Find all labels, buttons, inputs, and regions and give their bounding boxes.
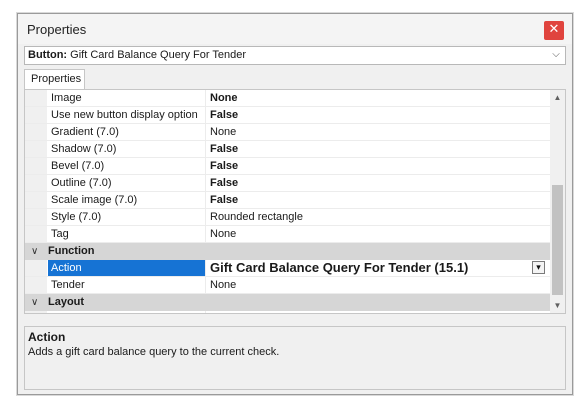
property-row-scale-image-7-0[interactable]: Scale image (7.0) False: [25, 192, 550, 209]
close-icon: ✕: [548, 22, 560, 37]
property-name[interactable]: Outline (7.0): [48, 175, 206, 191]
property-value[interactable]: 70, 17: [207, 311, 550, 313]
property-name[interactable]: Use new button display option: [48, 107, 206, 123]
property-row-gradient-7-0[interactable]: Gradient (7.0) None: [25, 124, 550, 141]
property-row-use-new-button-display-option[interactable]: Use new button display option False: [25, 107, 550, 124]
property-name[interactable]: Gradient (7.0): [48, 124, 206, 140]
property-row-tag[interactable]: Tag None: [25, 226, 550, 243]
row-gutter: [25, 158, 47, 174]
collapse-chevron-icon[interactable]: ∨: [31, 294, 43, 311]
row-gutter: [25, 311, 47, 313]
property-name[interactable]: Tender: [48, 277, 206, 293]
property-name[interactable]: Bevel (7.0): [48, 158, 206, 174]
description-title: Action: [28, 330, 66, 344]
scroll-thumb[interactable]: [552, 185, 563, 295]
property-row-location[interactable]: Location70, 17: [25, 311, 550, 313]
object-type-label: Button:: [28, 49, 68, 61]
chevron-down-icon[interactable]: ⌵: [550, 48, 562, 62]
property-name[interactable]: Style (7.0): [48, 209, 206, 225]
property-grid: Image None Use new button display option Fa…: [24, 89, 566, 314]
property-value[interactable]: False: [207, 141, 550, 157]
row-gutter: [25, 192, 47, 208]
property-row-image[interactable]: Image None: [25, 90, 550, 107]
dropdown-arrow-icon[interactable]: ▾: [532, 261, 545, 274]
property-value[interactable]: None: [207, 124, 550, 140]
property-value[interactable]: None: [207, 226, 550, 242]
row-gutter: [25, 175, 47, 191]
property-name[interactable]: Action: [48, 260, 206, 276]
row-gutter: [25, 90, 47, 106]
property-value[interactable]: None: [207, 90, 550, 106]
property-name[interactable]: Tag: [48, 226, 206, 242]
property-value[interactable]: False: [207, 192, 550, 208]
scroll-up-icon[interactable]: ▲: [550, 90, 565, 105]
properties-window: Properties ✕ Button: Gift Card Balance Q…: [17, 13, 573, 395]
row-gutter: [25, 141, 47, 157]
property-value[interactable]: None: [207, 277, 550, 293]
property-row-outline-7-0[interactable]: Outline (7.0) False: [25, 175, 550, 192]
object-selector-dropdown[interactable]: Button: Gift Card Balance Query For Tend…: [24, 46, 566, 65]
row-gutter: [25, 107, 47, 123]
property-name[interactable]: Scale image (7.0): [48, 192, 206, 208]
property-row-bevel-7-0[interactable]: Bevel (7.0) False: [25, 158, 550, 175]
row-gutter: [25, 260, 47, 276]
property-row-action[interactable]: Action Gift Card Balance Query For Tender…: [25, 260, 550, 277]
close-button[interactable]: ✕: [544, 21, 564, 40]
property-row-tender[interactable]: Tender None: [25, 277, 550, 294]
description-panel: Action Adds a gift card balance query to…: [24, 326, 566, 390]
row-gutter: [25, 124, 47, 140]
tab-properties[interactable]: Properties: [24, 69, 85, 89]
row-gutter: [25, 277, 47, 293]
vertical-scrollbar[interactable]: ▲ ▼: [550, 90, 565, 313]
property-value[interactable]: False: [207, 158, 550, 174]
category-function[interactable]: ∨ Function: [25, 243, 550, 260]
property-value[interactable]: Gift Card Balance Query For Tender (15.1…: [207, 260, 550, 276]
description-text: Adds a gift card balance query to the cu…: [28, 346, 280, 358]
row-gutter: [25, 209, 47, 225]
scroll-down-icon[interactable]: ▼: [550, 298, 565, 313]
property-name[interactable]: Location: [48, 311, 206, 313]
property-name[interactable]: Image: [48, 90, 206, 106]
category-layout[interactable]: ∨ Layout: [25, 294, 550, 311]
object-selector-label: Button: Gift Card Balance Query For Tend…: [28, 49, 246, 61]
property-value[interactable]: False: [207, 107, 550, 123]
category-label: Function: [48, 245, 95, 257]
row-gutter: [25, 226, 47, 242]
category-label: Layout: [48, 296, 85, 308]
property-row-style-7-0[interactable]: Style (7.0) Rounded rectangle: [25, 209, 550, 226]
property-value[interactable]: False: [207, 175, 550, 191]
object-name: Gift Card Balance Query For Tender: [70, 49, 247, 61]
window-title: Properties: [27, 22, 87, 37]
property-row-shadow-7-0[interactable]: Shadow (7.0) False: [25, 141, 550, 158]
property-value[interactable]: Rounded rectangle: [207, 209, 550, 225]
title-bar: Properties ✕: [18, 14, 572, 44]
collapse-chevron-icon[interactable]: ∨: [31, 243, 43, 260]
property-name[interactable]: Shadow (7.0): [48, 141, 206, 157]
